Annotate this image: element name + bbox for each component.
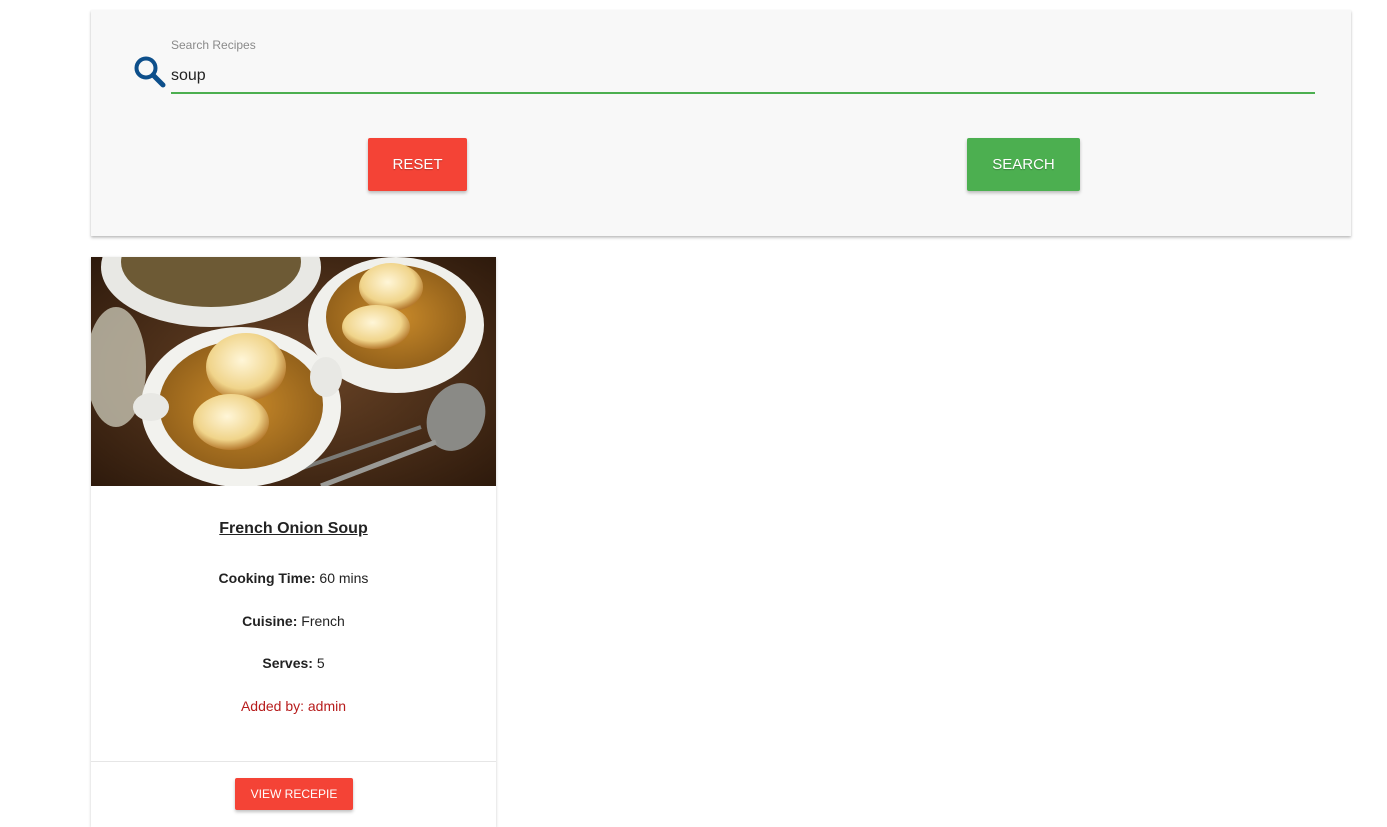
recipe-title-link[interactable]: French Onion Soup: [91, 520, 496, 538]
cuisine-value: French: [301, 613, 345, 629]
serves-label: Serves:: [262, 655, 313, 671]
added-by: Added by: admin: [240, 698, 347, 714]
cooking-time-label: Cooking Time:: [218, 570, 316, 586]
cooking-time: Cooking Time: 60 mins: [91, 570, 496, 586]
serves: Serves: 5: [91, 655, 496, 671]
recipe-image: [91, 257, 496, 486]
recipe-card: French Onion Soup Cooking Time: 60 mins …: [91, 257, 496, 827]
search-panel: Search Recipes RESET SEARCH: [91, 10, 1351, 236]
search-icon: [134, 56, 166, 88]
cooking-time-value: 60 mins: [319, 570, 369, 586]
search-button[interactable]: SEARCH: [967, 138, 1080, 191]
view-recipe-button[interactable]: VIEW RECEPIE: [235, 778, 353, 810]
cuisine: Cuisine: French: [91, 613, 496, 629]
search-input[interactable]: [171, 60, 1315, 94]
card-divider: [91, 761, 496, 762]
reset-button[interactable]: RESET: [368, 138, 467, 191]
search-label: Search Recipes: [171, 38, 256, 52]
serves-value: 5: [316, 655, 325, 671]
cuisine-label: Cuisine:: [242, 613, 298, 629]
